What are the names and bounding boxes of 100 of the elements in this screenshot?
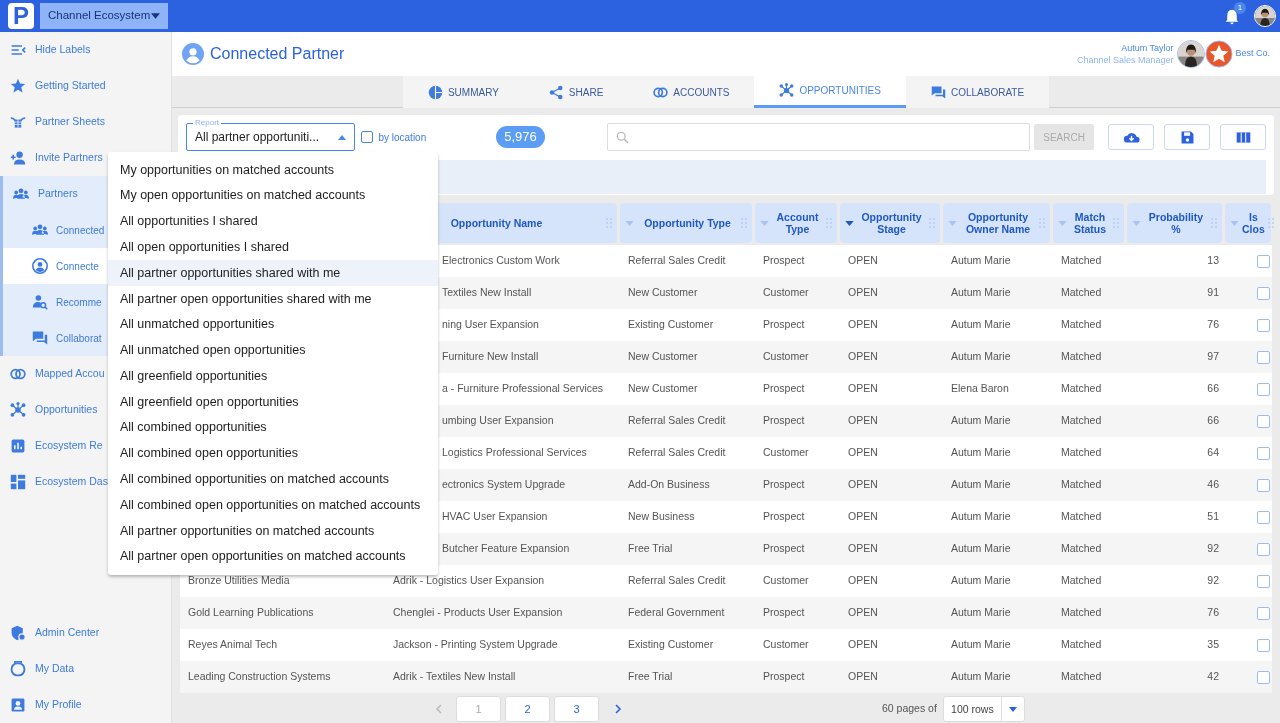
sidebar-item[interactable]: Hide Labels <box>0 32 171 68</box>
table-cell-text: ectronics System Upgrade <box>441 477 567 493</box>
table-cell-text: 64 <box>1206 445 1220 461</box>
table-cell-text: Autum Marie <box>950 541 1012 557</box>
column-header[interactable]: Opportunity Stage <box>840 203 940 243</box>
menu-item[interactable]: All partner opportunities on matched accounts <box>108 518 438 544</box>
table-cell-text: OPEN <box>847 541 879 557</box>
table-cell-text: Autum Marie <box>950 573 1012 589</box>
table-cell-text: Customer <box>762 285 810 301</box>
table-cell-text: Matched <box>1060 541 1103 557</box>
table-cell-text: Federal Government <box>627 605 726 621</box>
menu-item[interactable]: All greenfield opportunities <box>108 363 438 390</box>
column-header[interactable]: Is Clos <box>1225 203 1271 243</box>
table-cell-text: Existing Customer <box>627 317 715 333</box>
table-cell-text: Textiles New Install <box>441 285 533 301</box>
table-cell-text: OPEN <box>847 573 879 589</box>
page-button[interactable]: 2 <box>505 696 550 722</box>
table-row[interactable]: Gold Learning Publications Chenglei - Products User Expansion Federal Government Prospect OPEN Autum Marie Matched 76 <box>180 597 1272 629</box>
table-cell-text: umbing User Expansion <box>441 413 555 429</box>
table-cell-text: Autum Marie <box>950 413 1012 429</box>
tab[interactable]: SHARE <box>523 76 629 108</box>
column-header[interactable]: Opportunity Owner Name <box>943 203 1050 243</box>
table-cell-text: New Customer <box>627 285 699 301</box>
sidebar-item[interactable]: Admin Center <box>0 615 171 651</box>
workspace-dropdown[interactable]: Channel Ecosystem <box>40 3 168 29</box>
tab[interactable]: COLLABORATE <box>905 76 1050 108</box>
rows-select[interactable]: 100 rows <box>942 696 1025 722</box>
table-cell-text: Prospect <box>762 381 806 397</box>
table-cell-text: Prospect <box>762 541 806 557</box>
table-cell-text: 97 <box>1206 349 1220 365</box>
table-cell-text: Matched <box>1060 573 1103 589</box>
table-cell-text: 76 <box>1206 605 1220 621</box>
table-cell-text: Matched <box>1060 605 1103 621</box>
menu-item[interactable]: All partner opportunities shared with me <box>108 260 438 286</box>
menu-item[interactable]: My opportunities on matched accounts <box>108 157 438 183</box>
table-cell-text: Autum Marie <box>950 509 1012 525</box>
table-cell-text: OPEN <box>847 509 879 525</box>
table-cell-text: Autum Marie <box>950 285 1012 301</box>
column-header[interactable]: Opportunity Type <box>620 203 752 243</box>
table-cell-text: Matched <box>1060 477 1103 493</box>
menu-item[interactable]: All combined opportunities on matched accounts <box>108 466 438 493</box>
table-cell-text: Prospect <box>762 253 806 269</box>
menu-item[interactable]: All combined opportunities <box>108 414 438 441</box>
table-cell-text: Butcher Feature Expansion <box>441 541 571 557</box>
page-button[interactable]: 3 <box>554 696 599 722</box>
menu-item[interactable]: All partner open opportunities on matched accounts <box>108 543 438 570</box>
table-cell-text: Electronics Custom Work <box>441 253 561 269</box>
column-header[interactable]: Match Status <box>1053 203 1124 243</box>
sidebar-item[interactable]: Partner Sheets <box>0 104 171 140</box>
app-logo: P <box>8 3 34 29</box>
notification-badge: 1 <box>1234 2 1246 14</box>
menu-item[interactable]: All opportunities I shared <box>108 208 438 235</box>
page-title: Connected Partner <box>210 44 345 64</box>
table-row[interactable]: Reyes Animal Tech Jackson - Printing System Upgrade Existing Customer Customer OPEN Autum Marie Matched 35 <box>180 629 1272 661</box>
table-cell-text: OPEN <box>847 445 879 461</box>
table-cell-text: Prospect <box>762 605 806 621</box>
tab[interactable]: SUMMARY <box>402 76 524 108</box>
table-cell-text: Prospect <box>762 477 806 493</box>
table-cell-text: Prospect <box>762 413 806 429</box>
menu-item[interactable]: All partner open opportunities shared with me <box>108 286 438 312</box>
table-cell-text: Matched <box>1060 381 1103 397</box>
table-cell-text: Matched <box>1060 253 1103 269</box>
table-cell-text: Furniture New Install <box>441 349 540 365</box>
table-cell-text: Prospect <box>762 669 806 685</box>
table-row[interactable]: Leading Construction Systems Adrik - Textiles New Install Free Trial Prospect OPEN Autum Marie Matched 42 <box>180 661 1272 693</box>
table-cell-text: Matched <box>1060 669 1103 685</box>
sidebar-item[interactable]: Getting Started <box>0 68 171 104</box>
company-name: Best Co. <box>1235 47 1270 61</box>
table-cell-text: 76 <box>1206 317 1220 333</box>
menu-item[interactable]: All greenfield open opportunities <box>108 389 438 415</box>
table-cell-text: Gold Learning Publications <box>187 605 315 621</box>
sidebar-item[interactable]: My Data <box>0 651 171 687</box>
menu-item[interactable]: All unmatched opportunities <box>108 311 438 338</box>
column-header[interactable]: Account Type <box>755 203 837 243</box>
menu-item[interactable]: All open opportunities I shared <box>108 234 438 261</box>
table-cell-text: Autum Marie <box>950 605 1012 621</box>
table-cell-text: OPEN <box>847 605 879 621</box>
table-cell-text: HVAC User Expansion <box>441 509 549 525</box>
table-cell-text: Free Trial <box>627 669 674 685</box>
table-cell-text: New Customer <box>627 381 699 397</box>
table-cell-text: Free Trial <box>627 541 674 557</box>
table-cell-text: Reyes Animal Tech <box>187 637 279 653</box>
menu-item[interactable]: All unmatched open opportunities <box>108 337 438 364</box>
sidebar-item[interactable]: My Profile <box>0 687 171 723</box>
table-cell-text: Elena Baron <box>950 381 1010 397</box>
table-row[interactable]: Bronze Utilities Media Adrik - Logistics User Expansion Referral Sales Credit Customer OPEN Autum Marie Matched 92 <box>180 565 1272 597</box>
table-cell-text: Add-On Business <box>627 477 711 493</box>
table-cell-text: Referral Sales Credit <box>627 413 727 429</box>
menu-item[interactable]: All combined open opportunities <box>108 440 438 467</box>
table-cell-text: Leading Construction Systems <box>187 669 332 685</box>
table-cell-text: Matched <box>1060 413 1103 429</box>
table-cell-text: OPEN <box>847 669 879 685</box>
tab[interactable]: ACCOUNTS <box>628 76 755 108</box>
menu-item[interactable]: My open opportunities on matched accounts <box>108 182 438 209</box>
tab[interactable]: OPPORTUNITIES <box>754 76 906 108</box>
table-cell-text: Autum Marie <box>950 445 1012 461</box>
table-cell-text: 13 <box>1206 253 1220 269</box>
menu-item[interactable]: All combined open opportunities on matched accounts <box>108 492 438 519</box>
table-cell-text: Autum Marie <box>950 637 1012 653</box>
column-header[interactable]: Probability % <box>1127 203 1222 243</box>
